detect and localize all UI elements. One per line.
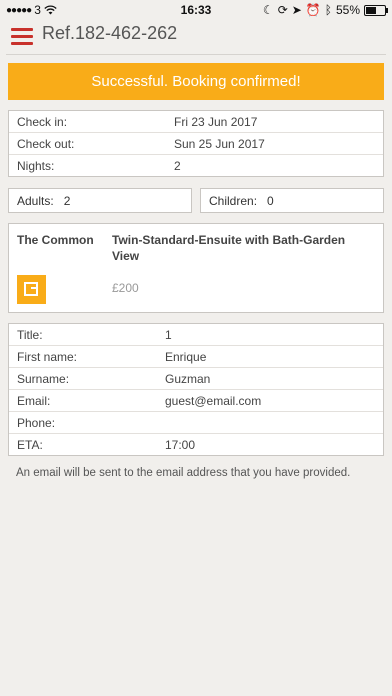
adults-box: Adults: 2 <box>8 188 192 213</box>
first-name-label: First name: <box>17 349 78 364</box>
room-key-icon <box>17 275 46 304</box>
nights-value: 2 <box>174 158 181 173</box>
room-card: The Common Twin-Standard-Ensuite with Ba… <box>8 223 384 313</box>
location-icon: ➤ <box>291 3 302 17</box>
email-label: Email: <box>17 393 51 408</box>
checkout-row: Check out: Sun 25 Jun 2017 <box>9 133 383 155</box>
phone-row: Phone: <box>9 412 383 434</box>
surname-row: Surname: Guzman <box>9 368 383 390</box>
eta-row: ETA: 17:00 <box>9 434 383 455</box>
checkin-label: Check in: <box>17 114 68 129</box>
battery-fill <box>366 6 376 14</box>
room-type-name: Twin-Standard-Ensuite with Bath-Garden V… <box>112 233 346 263</box>
children-label: Children: <box>209 193 258 208</box>
email-row: Email: guest@email.com <box>9 390 383 412</box>
checkin-row: Check in: Fri 23 Jun 2017 <box>9 111 383 133</box>
nights-row: Nights: 2 <box>9 155 383 176</box>
bluetooth-icon: ᛒ <box>324 3 332 17</box>
checkout-value: Sun 25 Jun 2017 <box>174 136 265 151</box>
guest-details-card: Title: 1 First name: Enrique Surname: Gu… <box>8 323 384 456</box>
adults-label: Adults: <box>17 193 54 208</box>
email-notice: An email will be sent to the email addre… <box>16 467 351 479</box>
pax-row: Adults: 2 Children: 0 <box>8 188 384 213</box>
adults-value: 2 <box>63 193 71 208</box>
surname-label: Surname: <box>17 371 70 386</box>
guest-title-label: Title: <box>17 327 43 342</box>
surname-value: Guzman <box>165 371 211 386</box>
moon-icon: ☾ <box>262 3 274 17</box>
room-price: £200 <box>112 281 139 295</box>
guest-title-value: 1 <box>165 327 172 342</box>
email-value: guest@email.com <box>165 393 262 408</box>
battery-icon <box>364 4 388 16</box>
children-box: Children: 0 <box>200 188 384 213</box>
checkin-value: Fri 23 Jun 2017 <box>174 114 258 129</box>
guest-title-row: Title: 1 <box>9 324 383 346</box>
header-divider <box>6 54 386 55</box>
property-name: The Common <box>17 233 94 247</box>
status-right: ☾ ⟳ ➤ ⏰ ᛒ 55% <box>262 3 388 17</box>
status-bar: ●●●●● 3 16:33 ☾ ⟳ ➤ ⏰ ᛒ 55% <box>0 0 392 20</box>
confirmation-banner: Successful. Booking confirmed! <box>8 63 384 100</box>
eta-value: 17:00 <box>165 437 196 452</box>
eta-label: ETA: <box>17 437 43 452</box>
nights-label: Nights: <box>17 158 55 173</box>
checkout-label: Check out: <box>17 136 75 151</box>
booking-reference-title: Ref.182-462-262 <box>42 23 178 43</box>
first-name-row: First name: Enrique <box>9 346 383 368</box>
children-value: 0 <box>267 193 274 208</box>
first-name-value: Enrique <box>165 349 207 364</box>
alarm-icon: ⏰ <box>305 3 321 17</box>
rotation-lock-icon: ⟳ <box>277 3 288 17</box>
app-header: Ref.182-462-262 <box>0 20 392 54</box>
phone-label: Phone: <box>17 415 56 430</box>
stay-dates-card: Check in: Fri 23 Jun 2017 Check out: Sun… <box>8 110 384 177</box>
battery-percent: 55% <box>335 3 360 17</box>
hamburger-menu-icon[interactable] <box>11 28 33 46</box>
